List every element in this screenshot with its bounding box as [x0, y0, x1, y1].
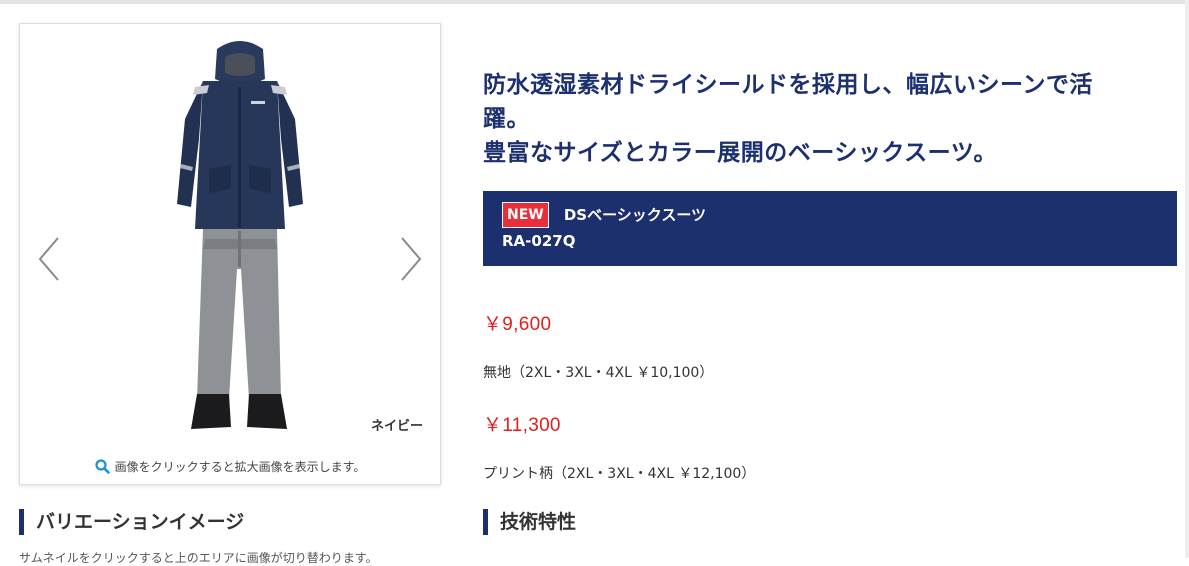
carousel-next-button[interactable]	[396, 234, 426, 284]
price-solid: ￥9,600	[483, 314, 552, 335]
price-note-print: プリント柄（2XL・3XL・4XL ￥12,100）	[483, 466, 756, 482]
tech-features-heading: 技術特性	[483, 509, 576, 535]
zoom-hint-text: 画像をクリックすると拡大画像を表示します。	[114, 460, 366, 474]
catchcopy: 防水透湿素材ドライシールドを採用し、幅広いシーンで活 躍。 豊富なサイズとカラー…	[483, 68, 1163, 170]
product-image-viewer[interactable]: ネイビー 画像をクリックすると拡大画像を表示します。	[19, 23, 441, 485]
product-code: RA-027Q	[502, 232, 576, 250]
catchcopy-line: 躍。	[483, 106, 530, 132]
variation-heading: バリエーションイメージ	[19, 509, 244, 535]
new-badge: NEW	[502, 202, 549, 228]
color-name-label: ネイビー	[370, 419, 423, 434]
product-name-banner: NEW DSベーシックスーツ RA-027Q	[483, 191, 1177, 266]
catchcopy-line: 防水透湿素材ドライシールドを採用し、幅広いシーンで活	[483, 72, 1093, 98]
zoom-hint[interactable]: 画像をクリックすると拡大画像を表示します。	[20, 458, 440, 475]
top-divider	[0, 0, 1189, 4]
carousel-prev-button[interactable]	[34, 234, 64, 284]
search-icon	[94, 459, 110, 474]
chevron-right-icon	[401, 237, 422, 281]
chevron-left-icon	[38, 237, 59, 281]
scrollbar-track[interactable]	[1185, 0, 1189, 558]
product-image[interactable]	[165, 39, 315, 434]
price-print: ￥11,300	[483, 415, 561, 436]
catchcopy-line: 豊富なサイズとカラー展開のベーシックスーツ。	[483, 140, 998, 166]
product-name: DSベーシックスーツ	[563, 206, 707, 224]
price-note-solid: 無地（2XL・3XL・4XL ￥10,100）	[483, 365, 714, 381]
